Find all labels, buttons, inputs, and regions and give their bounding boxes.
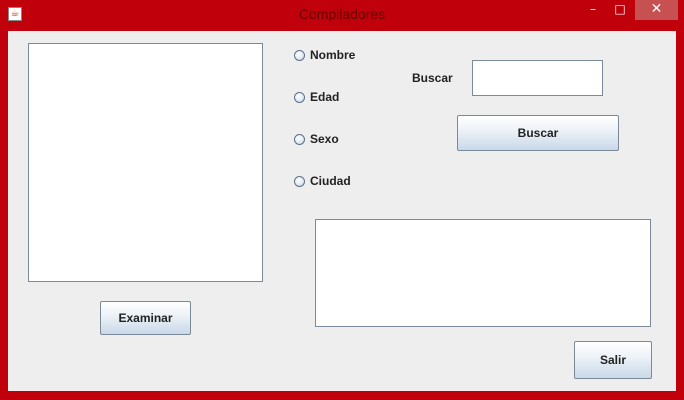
examinar-button[interactable]: Examinar [100, 301, 191, 335]
radio-label: Edad [310, 90, 340, 104]
close-button[interactable]: ✕ [635, 0, 678, 20]
radio-circle-icon[interactable] [294, 49, 305, 61]
maximize-button[interactable]: □ [607, 0, 633, 20]
title-bar[interactable]: ☕ Compiladores – □ ✕ [0, 0, 684, 30]
application-window: ☕ Compiladores – □ ✕ Examinar Nombre Eda… [0, 0, 684, 400]
radio-nombre[interactable]: Nombre [294, 46, 355, 64]
radio-label: Ciudad [310, 174, 351, 188]
content-pane: Examinar Nombre Edad Sexo Ciudad Buscar … [8, 31, 676, 391]
minimize-button[interactable]: – [580, 0, 606, 20]
radio-sexo[interactable]: Sexo [294, 130, 339, 148]
radio-circle-icon[interactable] [294, 91, 305, 103]
radio-label: Sexo [310, 132, 339, 146]
radio-label: Nombre [310, 48, 356, 62]
radio-circle-icon[interactable] [294, 175, 305, 187]
image-panel [28, 43, 263, 282]
buscar-button[interactable]: Buscar [457, 115, 619, 151]
radio-edad[interactable]: Edad [294, 88, 339, 106]
salir-button[interactable]: Salir [574, 341, 652, 379]
radio-ciudad[interactable]: Ciudad [294, 172, 351, 190]
buscar-label: Buscar [412, 71, 453, 85]
radio-circle-icon[interactable] [294, 133, 305, 145]
search-input[interactable] [472, 60, 603, 96]
results-textarea[interactable] [315, 219, 651, 327]
